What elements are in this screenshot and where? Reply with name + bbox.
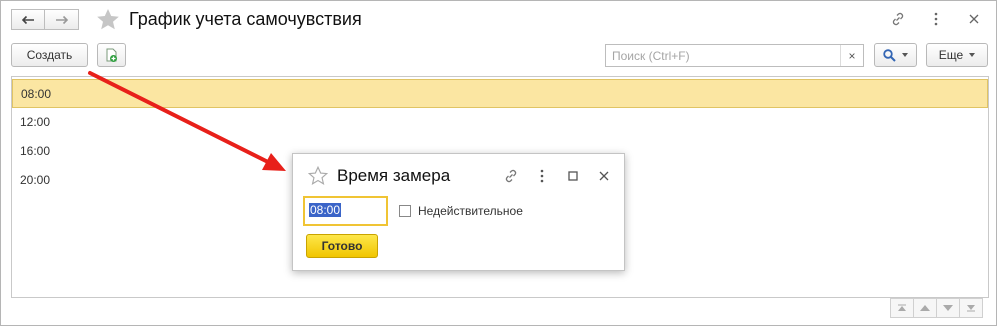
add-document-button[interactable]: [97, 43, 126, 67]
dialog-title: Время замера: [337, 166, 451, 185]
navigation-buttons: [11, 9, 79, 30]
list-scroll-buttons: [890, 298, 983, 318]
list-item-time: 08:00: [21, 87, 52, 101]
star-icon[interactable]: [96, 8, 120, 31]
scroll-up-icon[interactable]: [913, 298, 937, 318]
add-document-icon: [106, 48, 117, 62]
more-button[interactable]: Еще: [926, 43, 988, 67]
scroll-bottom-icon[interactable]: [959, 298, 983, 318]
chevron-down-icon: [969, 53, 976, 57]
more-vertical-icon[interactable]: [928, 11, 944, 27]
scroll-top-icon[interactable]: [890, 298, 914, 318]
invalid-checkbox-group[interactable]: Недействительное: [399, 204, 523, 218]
list-item[interactable]: 08:00: [12, 79, 988, 108]
search-input[interactable]: [606, 45, 841, 66]
time-input[interactable]: 08:00: [303, 196, 388, 226]
list-item-time: 12:00: [20, 115, 51, 129]
page-title: График учета самочувствия: [129, 9, 362, 29]
maximize-icon[interactable]: [565, 168, 581, 184]
link-icon[interactable]: [890, 11, 906, 27]
close-icon[interactable]: [596, 168, 612, 184]
scroll-down-icon[interactable]: [936, 298, 960, 318]
list-item[interactable]: 12:00: [12, 108, 988, 137]
arrow-left-icon: [21, 15, 34, 24]
list-item-time: 20:00: [20, 173, 51, 187]
more-button-label: Еще: [938, 48, 964, 62]
invalid-checkbox-label: Недействительное: [418, 204, 523, 218]
invalid-checkbox[interactable]: [399, 205, 411, 217]
done-button[interactable]: Готово: [306, 234, 378, 258]
search-clear-button[interactable]: ×: [840, 45, 863, 66]
time-input-value: 08:00: [309, 203, 342, 217]
chevron-down-icon: [902, 53, 908, 57]
list-item-time: 16:00: [20, 144, 51, 158]
star-icon[interactable]: [308, 166, 328, 185]
link-icon[interactable]: [503, 168, 519, 184]
forward-button[interactable]: [45, 9, 79, 30]
arrow-right-icon: [55, 15, 68, 24]
search-icon: [883, 48, 896, 62]
measurement-time-dialog: Время замера 08:00 Недействительное Гото…: [292, 153, 625, 271]
back-button[interactable]: [11, 9, 45, 30]
more-vertical-icon[interactable]: [534, 168, 550, 184]
dialog-window-controls: [503, 168, 627, 184]
search-button[interactable]: [874, 43, 917, 67]
close-icon[interactable]: [966, 11, 982, 27]
create-button[interactable]: Создать: [11, 43, 88, 67]
window-controls: [890, 11, 982, 27]
search-field: ×: [605, 44, 864, 67]
